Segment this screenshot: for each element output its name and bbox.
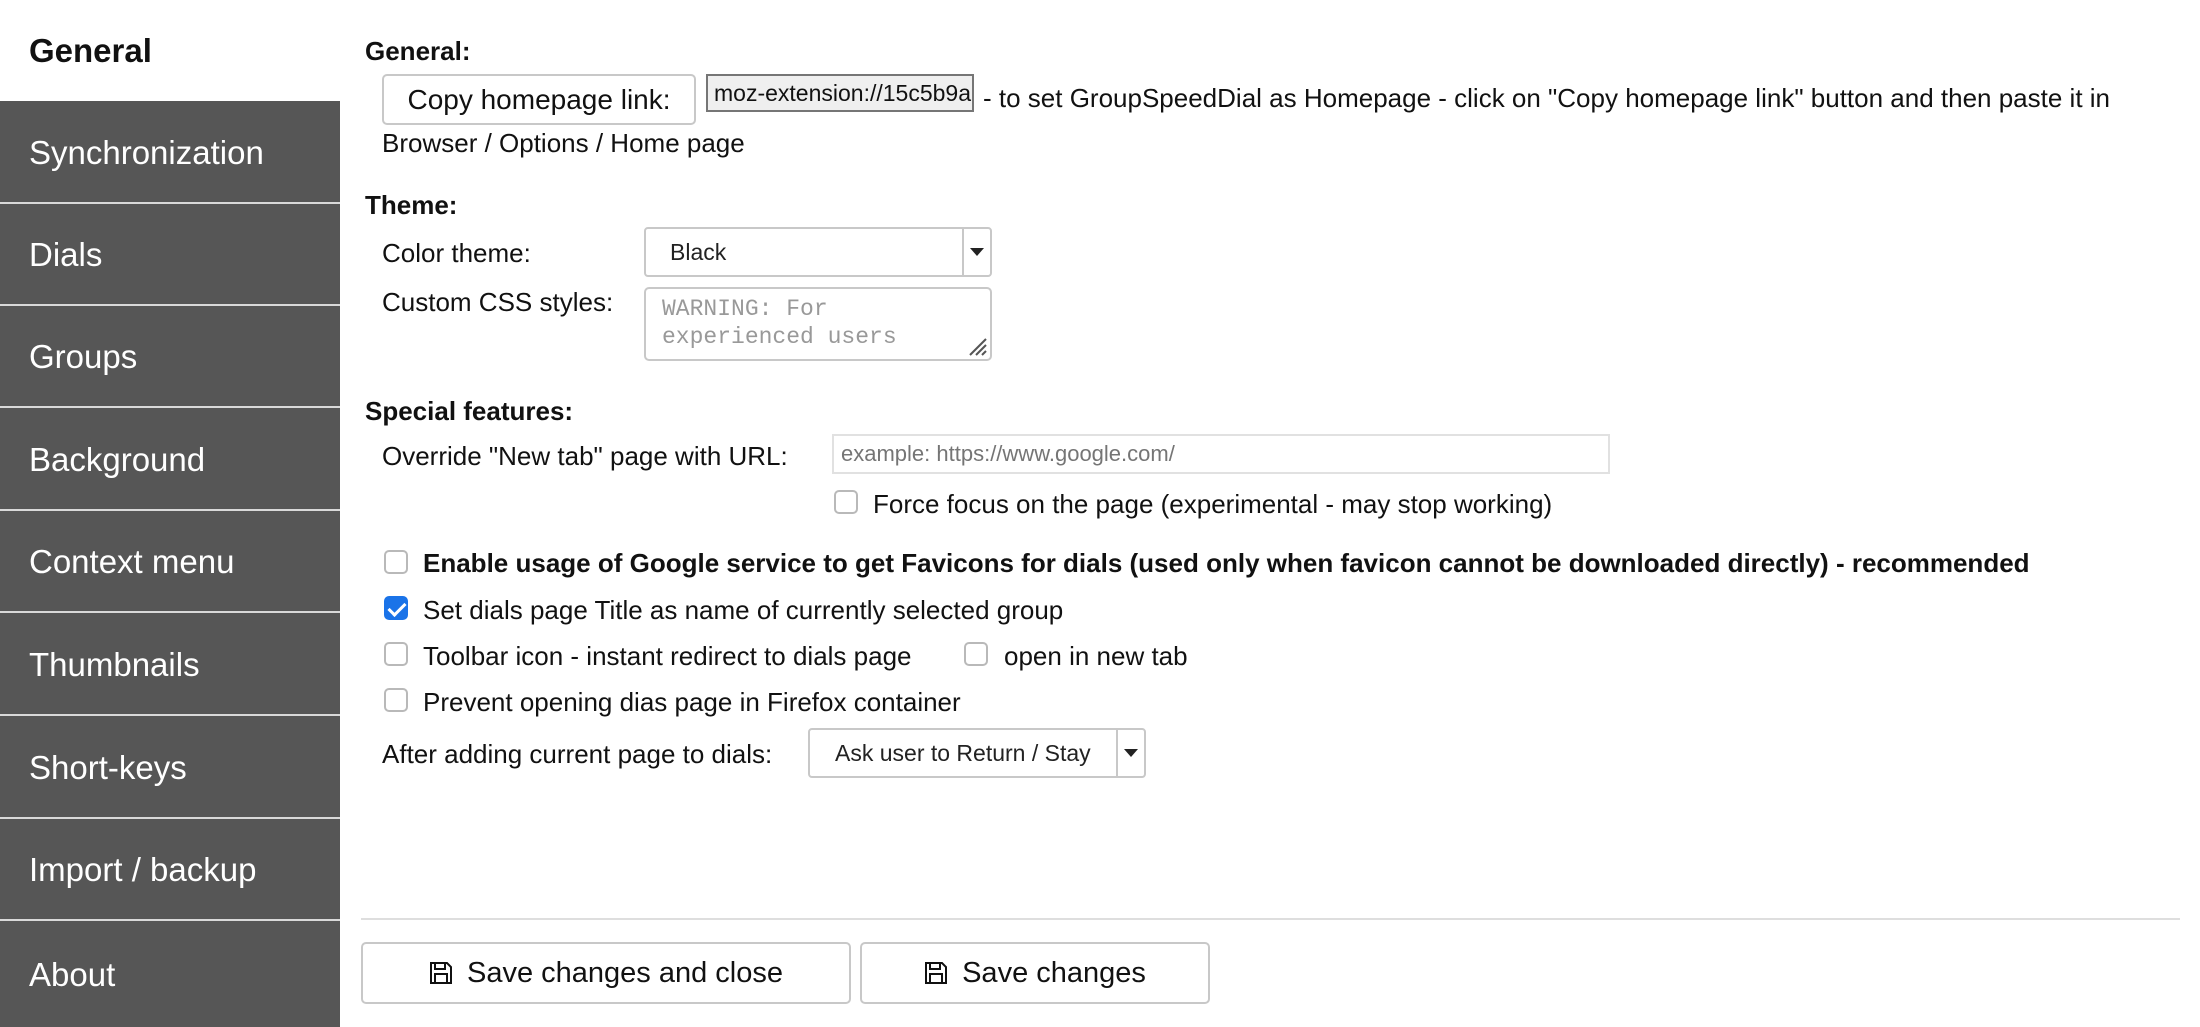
sidebar-item-dials[interactable]: Dials — [0, 205, 340, 306]
sidebar-item-about[interactable]: About — [0, 923, 340, 1027]
sidebar-item-groups[interactable]: Groups — [0, 307, 340, 408]
open-in-new-tab-checkbox[interactable] — [964, 642, 988, 666]
sidebar-item-general[interactable]: General — [0, 0, 340, 101]
force-focus-label: Force focus on the page (experimental - … — [873, 489, 1553, 519]
sidebar-item-context-menu[interactable]: Context menu — [0, 512, 340, 613]
custom-css-label: Custom CSS styles: — [382, 287, 614, 317]
save-button[interactable]: Save changes — [860, 942, 1210, 1004]
prevent-container-checkbox[interactable] — [384, 688, 408, 712]
sidebar-item-thumbnails[interactable]: Thumbnails — [0, 615, 340, 716]
color-theme-value: Black — [670, 238, 727, 265]
sidebar-item-synchronization[interactable]: Synchronization — [0, 103, 340, 204]
special-features-section-title: Special features: — [365, 396, 574, 426]
title-as-group-label: Set dials page Title as name of currentl… — [423, 595, 1064, 625]
color-theme-select[interactable]: Black — [644, 227, 992, 277]
after-adding-select[interactable]: Ask user to Return / Stay — [808, 728, 1146, 778]
general-section-title: General: — [365, 36, 471, 66]
google-favicons-checkbox[interactable] — [384, 550, 408, 574]
force-focus-checkbox[interactable] — [834, 490, 858, 514]
chevron-down-icon — [962, 229, 990, 275]
homepage-url-field[interactable]: moz-extension://15c5b9a — [706, 74, 974, 112]
save-and-close-button[interactable]: Save changes and close — [361, 942, 851, 1004]
floppy-disk-icon — [925, 962, 948, 984]
floppy-disk-icon — [430, 962, 452, 984]
save-and-close-label: Save changes and close — [467, 956, 783, 989]
toolbar-redirect-checkbox[interactable] — [384, 642, 408, 666]
copy-homepage-link-button[interactable]: Copy homepage link: — [382, 74, 696, 125]
after-adding-value: Ask user to Return / Stay — [835, 739, 1091, 766]
prevent-container-label: Prevent opening dias page in Firefox con… — [423, 687, 961, 717]
custom-css-placeholder-line1: WARNING: For — [662, 296, 828, 322]
toolbar-redirect-label: Toolbar icon - instant redirect to dials… — [423, 641, 912, 671]
resize-grip-icon[interactable] — [965, 334, 987, 356]
homepage-hint-path: Browser / Options / Home page — [382, 128, 745, 158]
sidebar-item-short-keys[interactable]: Short-keys — [0, 718, 340, 819]
custom-css-placeholder-line2: experienced users — [662, 324, 897, 350]
settings-sidebar: General Synchronization Dials Groups Bac… — [0, 0, 340, 1027]
sidebar-item-import-backup[interactable]: Import / backup — [0, 820, 340, 921]
footer-divider — [361, 918, 2180, 920]
google-favicons-label: Enable usage of Google service to get Fa… — [423, 548, 2030, 578]
chevron-down-icon — [1116, 730, 1144, 776]
override-new-tab-label: Override "New tab" page with URL: — [382, 441, 788, 471]
custom-css-textarea[interactable]: WARNING: For experienced users — [644, 287, 992, 361]
after-adding-label: After adding current page to dials: — [382, 739, 773, 769]
open-in-new-tab-label: open in new tab — [1004, 641, 1188, 671]
homepage-hint-text: - to set GroupSpeedDial as Homepage - cl… — [983, 83, 2111, 113]
color-theme-label: Color theme: — [382, 238, 531, 268]
save-label: Save changes — [962, 956, 1146, 989]
override-new-tab-url-input[interactable] — [832, 434, 1610, 474]
sidebar-item-background[interactable]: Background — [0, 410, 340, 511]
settings-panel: General: Copy homepage link: moz-extensi… — [340, 0, 2200, 1027]
title-as-group-checkbox[interactable] — [384, 596, 408, 620]
theme-section-title: Theme: — [365, 190, 458, 220]
